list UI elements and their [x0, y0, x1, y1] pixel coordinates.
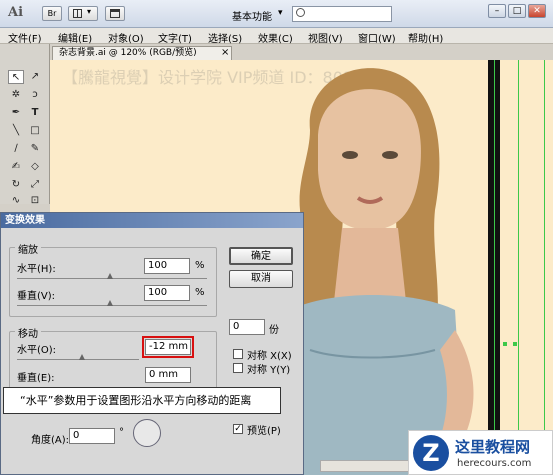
menu-object[interactable]: 对象(O) — [108, 30, 144, 45]
guide-line — [494, 60, 495, 475]
free-transform-tool-icon[interactable]: ⊡ — [27, 194, 43, 208]
menu-type[interactable]: 文字(T) — [158, 30, 192, 45]
slider-thumb[interactable] — [107, 300, 113, 306]
copies-input[interactable]: 0 — [229, 319, 265, 335]
reflect-y-checkbox[interactable] — [233, 363, 243, 373]
cancel-button[interactable]: 取消 — [229, 270, 293, 288]
maximize-button[interactable]: □ — [508, 4, 526, 18]
move-vertical-input[interactable]: 0 mm — [145, 367, 191, 383]
document-tab-title: 杂志背景.ai @ 120% (RGB/预览) — [59, 48, 197, 58]
scale-tool-icon[interactable]: ⤢ — [27, 178, 43, 192]
chevron-down-icon: ▾ — [87, 7, 92, 16]
search-icon — [296, 8, 305, 17]
angle-unit: ° — [119, 427, 124, 438]
move-group-label: 移动 — [15, 325, 41, 340]
selection-tool-icon[interactable]: ↖ — [8, 70, 24, 84]
direct-selection-tool-icon[interactable]: ↗ — [27, 70, 43, 84]
paintbrush-tool-icon[interactable]: ∕ — [8, 142, 24, 156]
workspace-switcher[interactable]: 基本功能 — [232, 8, 272, 23]
scale-vertical-unit: % — [195, 287, 205, 298]
pen-tool-icon[interactable]: ✒ — [8, 106, 24, 120]
transform-effect-dialog: 变换效果 缩放 水平(H): 100 % 垂直(V): 100 % 移动 水平(… — [0, 212, 304, 475]
slider-thumb[interactable] — [107, 273, 113, 279]
scale-horizontal-input[interactable]: 100 — [144, 258, 190, 274]
anchor-point[interactable] — [503, 342, 507, 346]
anchor-point[interactable] — [513, 342, 517, 346]
warp-tool-icon[interactable]: ∿ — [8, 194, 24, 208]
grid-icon — [73, 9, 82, 18]
scale-horizontal-unit: % — [195, 260, 205, 271]
menu-edit[interactable]: 编辑(E) — [58, 30, 92, 45]
menu-help[interactable]: 帮助(H) — [408, 30, 443, 45]
brand-url: herecours.com — [457, 458, 532, 469]
copies-unit: 份 — [269, 325, 279, 336]
menu-select[interactable]: 选择(S) — [208, 30, 242, 45]
brand-mark: Z — [413, 435, 449, 471]
move-horizontal-input[interactable]: -12 mm — [145, 339, 191, 355]
brand-name: 这里教程网 — [455, 438, 531, 456]
menu-file[interactable]: 文件(F) — [8, 30, 42, 45]
line-tool-icon[interactable]: ╲ — [8, 124, 24, 138]
move-horizontal-label: 水平(O): — [17, 345, 57, 356]
rotate-tool-icon[interactable]: ↻ — [8, 178, 24, 192]
guide-line — [518, 60, 519, 475]
slider-thumb[interactable] — [79, 354, 85, 360]
eraser-tool-icon[interactable]: ◇ — [27, 160, 43, 174]
ok-button[interactable]: 确定 — [229, 247, 293, 265]
lasso-tool-icon[interactable]: ↄ — [27, 88, 43, 102]
search-input[interactable] — [292, 6, 392, 22]
scale-vertical-label: 垂直(V): — [17, 291, 56, 302]
blob-brush-tool-icon[interactable]: ✍ — [8, 160, 24, 174]
menu-window[interactable]: 窗口(W) — [358, 30, 396, 45]
preview-checkbox[interactable]: ✓ — [233, 424, 243, 434]
window-icon — [110, 9, 120, 18]
move-horizontal-slider[interactable] — [17, 359, 139, 360]
preview-label: 预览(P) — [247, 426, 281, 437]
explanation-tooltip: “水平”参数用于设置图形沿水平方向移动的距离 — [3, 387, 281, 414]
scale-vertical-input[interactable]: 100 — [144, 285, 190, 301]
move-vertical-label: 垂直(E): — [17, 373, 55, 384]
tab-close-icon[interactable]: × — [221, 47, 229, 58]
reflect-x-label: 对称 X(X) — [247, 351, 292, 362]
dialog-title: 变换效果 — [1, 213, 303, 228]
menu-view[interactable]: 视图(V) — [308, 30, 343, 45]
type-tool-icon[interactable]: T — [27, 106, 43, 120]
screen-mode-button[interactable] — [105, 6, 125, 21]
reflect-x-checkbox[interactable] — [233, 349, 243, 359]
rectangle-tool-icon[interactable]: □ — [27, 124, 43, 138]
scale-group-label: 缩放 — [15, 241, 41, 256]
magic-wand-tool-icon[interactable]: ✲ — [8, 88, 24, 102]
illustrator-logo: Ai — [8, 5, 24, 20]
pencil-tool-icon[interactable]: ✎ — [27, 142, 43, 156]
close-button[interactable]: ✕ — [528, 4, 546, 18]
document-tab[interactable]: 杂志背景.ai @ 120% (RGB/预览) — [52, 46, 232, 60]
scale-horizontal-label: 水平(H): — [17, 264, 56, 275]
minimize-button[interactable]: – — [488, 4, 506, 18]
chevron-down-icon: ▾ — [278, 8, 283, 18]
guide-line — [544, 60, 545, 475]
bridge-button[interactable]: Br — [42, 6, 62, 21]
angle-dial[interactable] — [133, 419, 161, 447]
menu-effect[interactable]: 效果(C) — [258, 30, 293, 45]
reflect-y-label: 对称 Y(Y) — [247, 365, 291, 376]
angle-label: 角度(A): — [31, 435, 70, 446]
brand-logo: Z 这里教程网 herecours.com — [408, 430, 553, 475]
arrange-documents-button[interactable]: ▾ — [68, 6, 98, 21]
angle-input[interactable]: 0 — [69, 428, 115, 444]
